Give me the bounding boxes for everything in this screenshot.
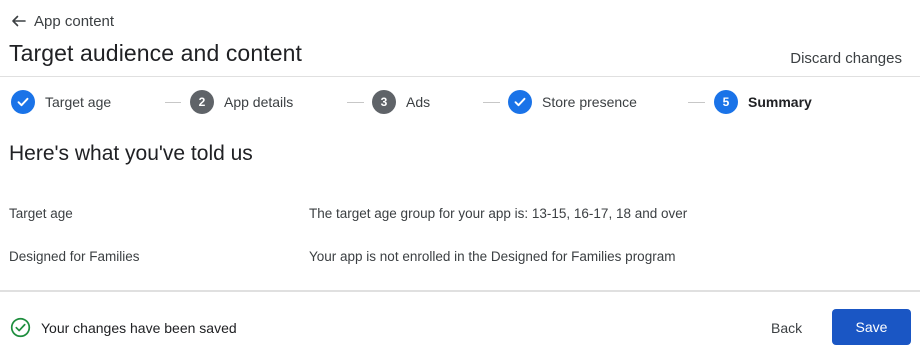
check-circle-icon xyxy=(10,317,31,338)
back-button[interactable]: Back xyxy=(763,313,810,343)
step-done-indicator xyxy=(508,90,532,114)
step-connector xyxy=(483,102,500,103)
summary-title: Here's what you've told us xyxy=(9,142,253,165)
step-label: Summary xyxy=(748,94,812,110)
step-connector xyxy=(165,102,181,103)
step-number-badge: 2 xyxy=(190,90,214,114)
step-label: Target age xyxy=(45,94,112,110)
back-link-label: App content xyxy=(34,12,115,30)
step-label: Ads xyxy=(406,94,431,110)
step-label: App details xyxy=(224,94,294,110)
discard-changes-button[interactable]: Discard changes xyxy=(790,50,902,67)
step-connector xyxy=(688,102,705,103)
save-button[interactable]: Save xyxy=(832,309,911,345)
step-connector xyxy=(347,102,364,103)
step-done-indicator xyxy=(11,90,35,114)
summary-row-label: Designed for Families xyxy=(9,249,140,264)
summary-row-label: Target age xyxy=(9,206,73,221)
check-icon xyxy=(17,97,29,107)
summary-row-value: Your app is not enrolled in the Designed… xyxy=(309,249,676,264)
check-icon xyxy=(514,97,526,107)
step-store-presence[interactable]: Store presence xyxy=(508,90,637,114)
page-title: Target audience and content xyxy=(9,40,302,66)
footer-bar: Your changes have been saved Back Save xyxy=(0,290,920,364)
step-number-badge: 3 xyxy=(372,90,396,114)
step-summary[interactable]: 5 Summary xyxy=(714,90,812,114)
arrow-left-icon xyxy=(12,15,26,27)
summary-row-value: The target age group for your app is: 13… xyxy=(309,206,688,221)
step-target-age[interactable]: Target age xyxy=(11,90,111,114)
save-status-text: Your changes have been saved xyxy=(41,319,237,336)
step-ads[interactable]: 3 Ads xyxy=(372,90,430,114)
back-to-app-content-link[interactable]: App content xyxy=(10,11,114,31)
stepper: Target age 2 App details 3 Ads Store pre… xyxy=(0,76,920,126)
step-app-details[interactable]: 2 App details xyxy=(190,90,293,114)
step-label: Store presence xyxy=(542,94,637,110)
step-number-badge: 5 xyxy=(714,90,738,114)
save-status: Your changes have been saved xyxy=(10,317,237,338)
